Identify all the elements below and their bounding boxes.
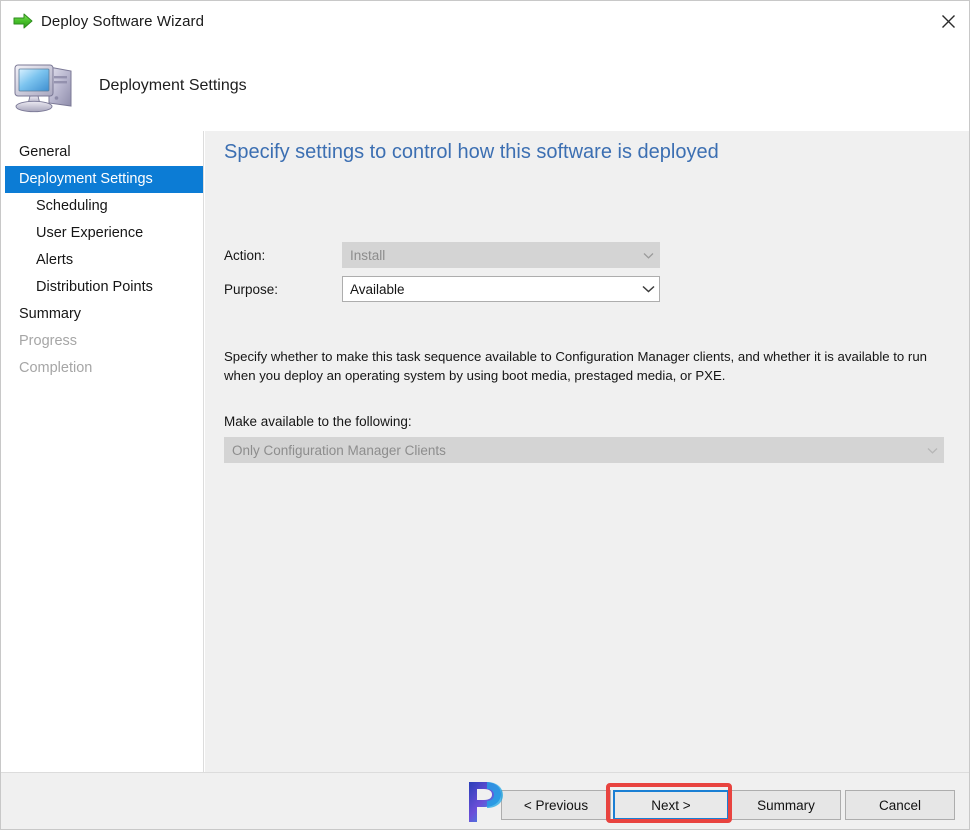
chevron-down-icon (637, 285, 659, 293)
window-title: Deploy Software Wizard (41, 12, 205, 30)
cancel-button[interactable]: Cancel (845, 790, 955, 820)
content-pane: Specify settings to control how this sof… (205, 131, 969, 772)
sidebar-item-completion: Completion (19, 360, 93, 376)
close-icon (941, 14, 955, 28)
sidebar-item-distribution-points[interactable]: Distribution Points (1, 274, 203, 301)
wizard-footer: < Previous Next > Summary Cancel (205, 772, 969, 829)
make-available-value: Only Configuration Manager Clients (232, 442, 446, 458)
wizard-steps-sidebar: General Deployment Settings Scheduling U… (1, 131, 204, 772)
deployment-description: Specify whether to make this task sequen… (224, 349, 927, 383)
wizard-banner: Deployment Settings (1, 41, 969, 131)
sidebar-item-summary[interactable]: Summary (1, 301, 203, 328)
previous-button[interactable]: < Previous (501, 790, 611, 820)
logo-watermark-icon (469, 782, 503, 822)
chevron-down-icon (921, 447, 943, 454)
summary-button[interactable]: Summary (731, 790, 841, 820)
purpose-row: Purpose: (224, 276, 278, 302)
computer-icon (14, 64, 72, 113)
purpose-label: Purpose: (224, 281, 279, 297)
action-row: Action: (224, 242, 265, 268)
footer-left-strip (1, 772, 205, 829)
close-button[interactable] (925, 1, 969, 41)
sidebar-item-alerts[interactable]: Alerts (1, 247, 203, 274)
content-heading: Specify settings to control how this sof… (224, 141, 719, 163)
chevron-down-icon (637, 252, 659, 259)
titlebar: Deploy Software Wizard (1, 1, 969, 41)
green-arrow-icon (13, 13, 33, 29)
sidebar-item-progress: Progress (19, 333, 78, 349)
make-available-dropdown: Only Configuration Manager Clients (224, 437, 944, 463)
sidebar-item-user-experience[interactable]: User Experience (1, 220, 203, 247)
make-available-label: Make available to the following: (224, 414, 412, 429)
action-value: Install (350, 247, 386, 263)
deploy-software-wizard-window: Deploy Software Wizard Deployment Settin… (0, 0, 970, 830)
body-area: General Deployment Settings Scheduling U… (1, 131, 969, 772)
action-dropdown: Install (342, 242, 660, 268)
purpose-value: Available (350, 281, 405, 297)
sidebar-item-deployment-settings[interactable]: Deployment Settings (5, 166, 203, 193)
action-label: Action: (224, 247, 266, 263)
next-button[interactable]: Next > (613, 790, 729, 820)
page-title: Deployment Settings (99, 77, 247, 94)
purpose-dropdown[interactable]: Available (342, 276, 660, 302)
sidebar-item-general[interactable]: General (1, 139, 203, 166)
sidebar-item-scheduling[interactable]: Scheduling (1, 193, 203, 220)
